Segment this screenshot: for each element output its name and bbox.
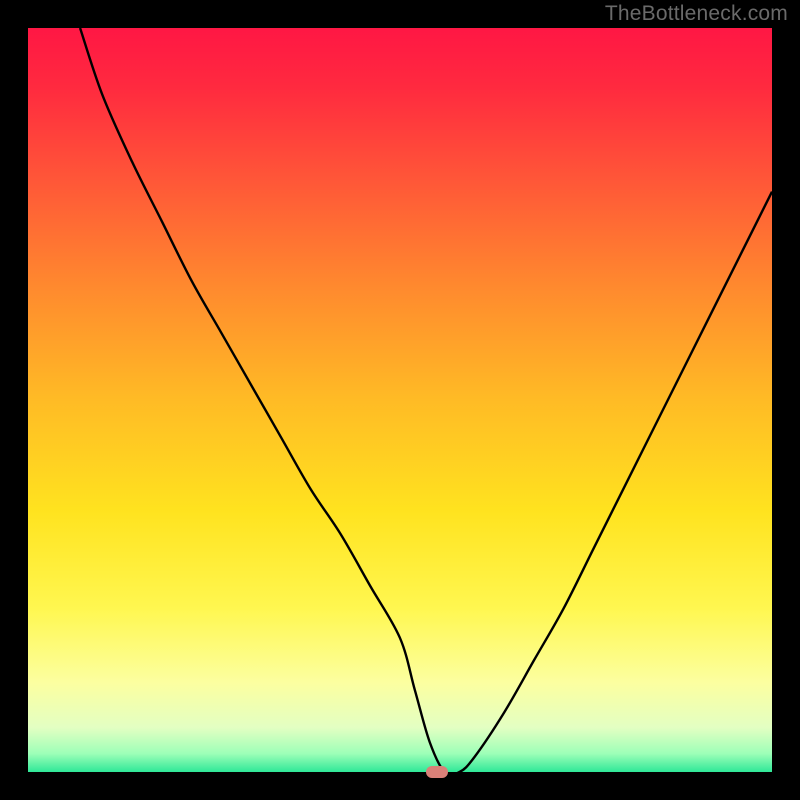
bottleneck-chart xyxy=(28,28,772,772)
watermark-text: TheBottleneck.com xyxy=(605,2,788,26)
chart-frame: TheBottleneck.com xyxy=(0,0,800,800)
gradient-background xyxy=(28,28,772,772)
optimum-marker xyxy=(426,766,448,778)
